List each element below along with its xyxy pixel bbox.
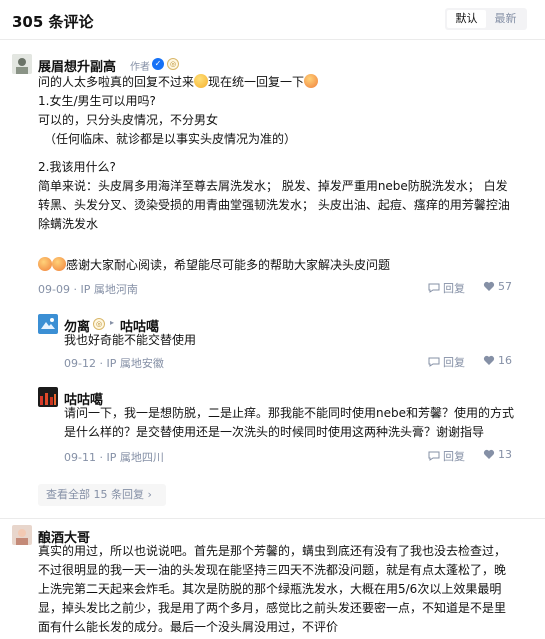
reply-meta: 09-11 · IP 属地四川 xyxy=(64,451,164,464)
comments-header: 305 条评论 默认 最新 xyxy=(0,0,545,40)
comment-text-line: 显，掉头发比之前少，我是用了两个多月，感觉比之前头发还要密一点，不知道是不是里 xyxy=(38,601,507,615)
comment-text-line: 不过很明显的我一天一油的头发现在能坚持三四天不洗都没问题，就是有点太蓬松了，晚 xyxy=(38,563,507,577)
heart-icon xyxy=(483,449,495,459)
avatar[interactable] xyxy=(12,525,32,545)
comment-text-line: 可以的，只分头皮情况，不分男女 xyxy=(38,113,219,127)
like-button[interactable]: 57 xyxy=(483,280,512,293)
reply-icon xyxy=(428,451,440,461)
emoji-icon xyxy=(194,74,209,88)
emoji-icon xyxy=(52,257,66,271)
comment-text-line: 除螨洗发水 xyxy=(38,217,99,231)
comment-text-line: 转黑、头发分叉、烫染受损的用青曲堂强韧洗发水； 头皮出油、起痘、瘙痒的用芳馨控油 xyxy=(38,198,510,212)
comment-text-line: 真实的用过，所以也说说吧。首先是那个芳馨的，螨虫到底还有没有了我也没去检查过， xyxy=(38,544,507,558)
comment-text-line: 问的人太多啦真的回复不过来 现在统一回复一下 xyxy=(38,73,319,92)
avatar[interactable] xyxy=(38,387,58,407)
chevron-right-icon: › xyxy=(144,488,152,501)
comment-text-line: 上洗完第二天起来会炸毛。其次是防脱的那个绿瓶洗发水，大概在用5/6次以上效果最明 xyxy=(38,582,502,596)
reply-text-line: 请问一下，我一是想防脱，二是止痒。那我能不能同时使用nebe和芳馨？使用的方式 xyxy=(64,406,514,420)
reply-arrow-icon: ▸ xyxy=(110,318,115,327)
emoji-icon xyxy=(38,257,52,271)
sort-toggle: 默认 最新 xyxy=(445,8,527,30)
reply-text: 我也好奇能不能交替使用 xyxy=(64,333,197,347)
like-button[interactable]: 13 xyxy=(483,448,512,461)
author-tag: 作者 xyxy=(130,62,150,73)
sort-latest-button[interactable]: 最新 xyxy=(486,10,525,28)
reply-button[interactable]: 回复 xyxy=(428,354,465,370)
badge-icon: ◎ xyxy=(167,58,179,70)
heart-icon xyxy=(483,355,495,365)
comment-text-line: 面有什么能长发的成分。最后一个没头屑没用过，不评价 xyxy=(38,620,339,634)
comment-count-title: 305 条评论 xyxy=(12,13,94,31)
reply-meta: 09-12 · IP 属地安徽 xyxy=(64,357,164,370)
reply-button[interactable]: 回复 xyxy=(428,448,465,464)
comment-text-line: 1.女生/男生可以用吗? xyxy=(38,94,156,108)
view-all-replies-button[interactable]: 查看全部 15 条回复 › xyxy=(38,484,166,506)
reply-text-line: 是什么样的？是交替使用还是一次洗头的时候同时使用这两种洗头膏？谢谢指导 xyxy=(64,425,485,439)
comment-text-line: 感谢大家耐心阅读，希望能尽可能多的帮助大家解决头皮问题 xyxy=(38,256,390,275)
comment-text-line: 简单来说：头皮屑多用海洋至尊去屑洗发水； 脱发、掉发严重用nebe防脱洗发水； … xyxy=(38,179,508,193)
reply-icon xyxy=(428,283,440,293)
avatar[interactable] xyxy=(38,314,58,334)
reply-button[interactable]: 回复 xyxy=(428,280,465,296)
verified-icon: ✓ xyxy=(152,58,164,70)
divider xyxy=(0,518,545,519)
comment-text-line: （任何临床、就诊都是以事实头皮情况为准的） xyxy=(44,132,297,146)
comment-meta: 09-09 · IP 属地河南 xyxy=(38,283,138,296)
reply-icon xyxy=(428,357,440,367)
like-button[interactable]: 16 xyxy=(483,354,512,367)
badge-icon: ◎ xyxy=(93,318,105,330)
sort-default-button[interactable]: 默认 xyxy=(447,10,486,28)
comment-text-line: 2.我该用什么? xyxy=(38,160,116,174)
avatar[interactable] xyxy=(12,54,32,74)
emoji-icon xyxy=(304,74,319,88)
heart-icon xyxy=(483,281,495,291)
